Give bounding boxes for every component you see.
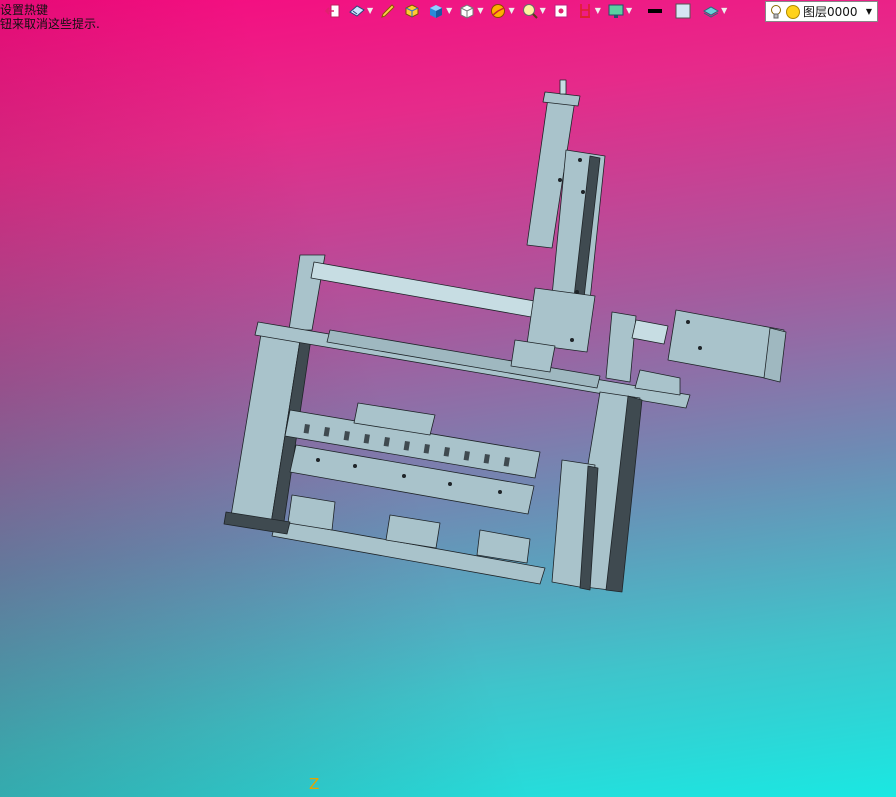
carriage-lower bbox=[510, 339, 556, 373]
axis-z-label: Z bbox=[309, 775, 320, 793]
right-motor-shaft bbox=[631, 319, 669, 345]
right-motor-bracket bbox=[605, 311, 637, 383]
cylinder-rod-top bbox=[559, 79, 567, 95]
cad-assembly-model[interactable] bbox=[0, 0, 896, 797]
carriage-block bbox=[526, 287, 596, 353]
guide-rod bbox=[310, 261, 541, 319]
